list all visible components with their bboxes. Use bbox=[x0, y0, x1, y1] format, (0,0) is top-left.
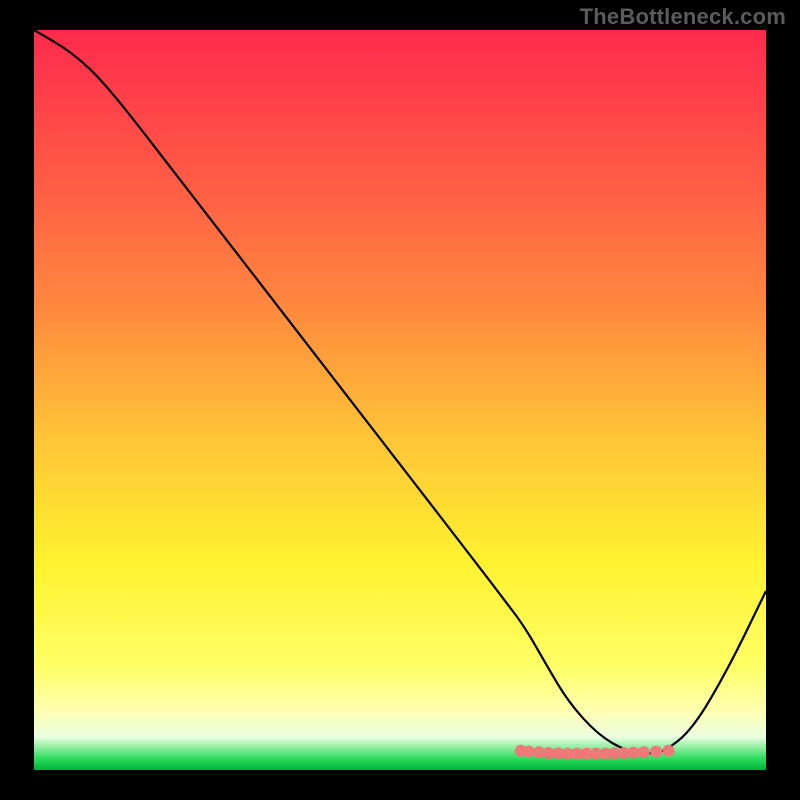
marker-point bbox=[523, 746, 535, 758]
marker-point bbox=[638, 746, 650, 758]
marker-point bbox=[650, 746, 662, 758]
plot-area bbox=[34, 30, 766, 770]
chart-svg bbox=[34, 30, 766, 770]
chart-frame: TheBottleneck.com bbox=[0, 0, 800, 800]
marker-point bbox=[628, 747, 640, 759]
gradient-background bbox=[34, 30, 766, 770]
watermark-text: TheBottleneck.com bbox=[580, 4, 786, 30]
marker-point bbox=[663, 745, 675, 757]
